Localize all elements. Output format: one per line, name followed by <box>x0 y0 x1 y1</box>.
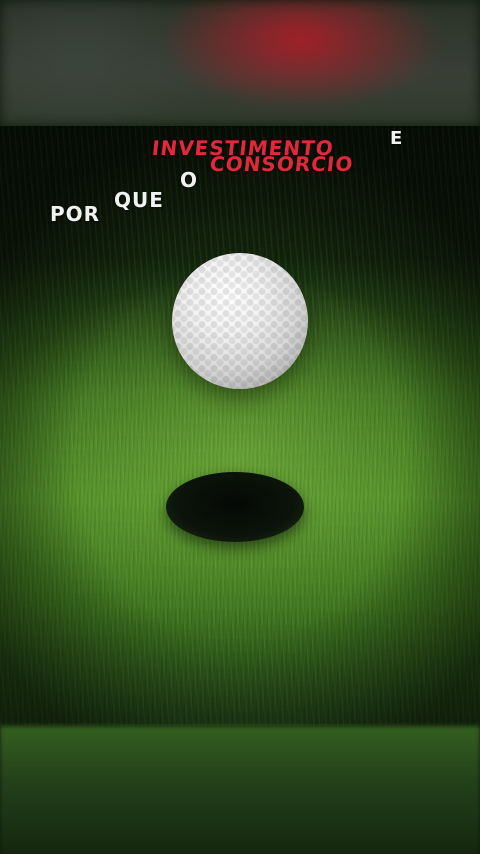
headline-word-e: E <box>390 128 404 149</box>
headline-word-que: QUE <box>114 188 164 212</box>
golf-hole <box>166 472 304 542</box>
headline-word-consorcio: CONSÓRCIO <box>208 152 355 176</box>
top-blurred-band <box>0 0 480 126</box>
golf-ball <box>172 253 308 389</box>
headline-word-o: O <box>180 168 199 192</box>
bottom-blurred-band <box>0 726 480 854</box>
headline-word-por: POR <box>50 202 101 226</box>
golf-ball-dimples <box>172 253 308 389</box>
